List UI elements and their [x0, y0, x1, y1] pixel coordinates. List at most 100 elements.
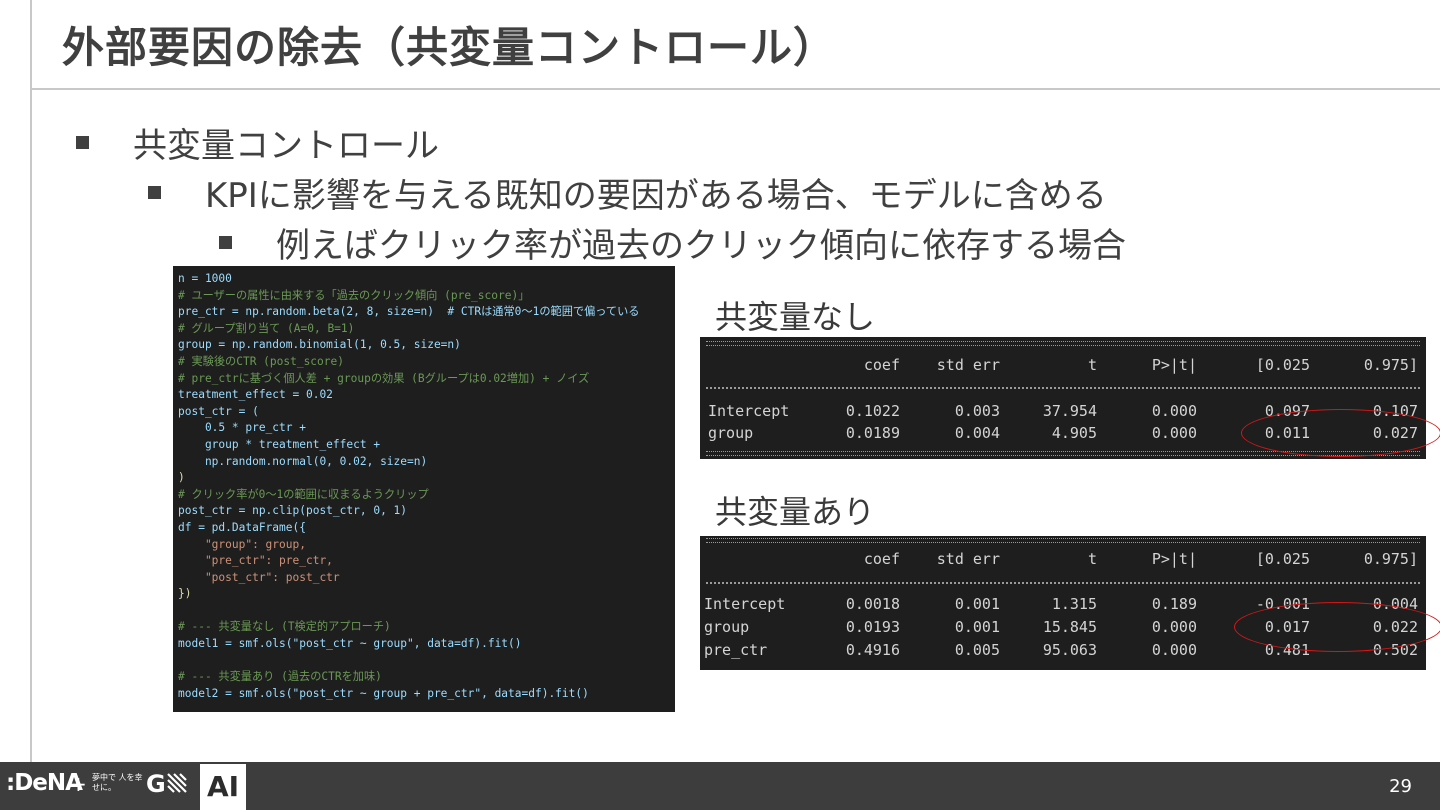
ai-badge: AI: [200, 764, 246, 810]
table-cell: 0.005: [954, 641, 1000, 659]
table-cell: 0.481: [1264, 641, 1310, 659]
table-dashed-rule: [706, 387, 1420, 389]
table-cell: 0.011: [1264, 424, 1310, 442]
table-cell: 0.097: [1264, 402, 1310, 420]
code-line: # --- 共変量なし (T検定的アプローチ): [178, 620, 391, 634]
table-cell: 0.0018: [845, 595, 900, 613]
code-line: # クリック率が0〜1の範囲に収まるようクリップ: [178, 487, 429, 501]
table-double-rule: [706, 341, 1420, 346]
square-bullet-icon: [148, 186, 161, 199]
code-line: post_ctr = np.clip(post_ctr, 0, 1): [178, 504, 408, 518]
code-line: # グループ割り当て (A=0, B=1): [178, 321, 355, 335]
bullet-level-1: 共変量コントロール: [76, 118, 439, 167]
slide-title: 外部要因の除去（共変量コントロール）: [62, 23, 837, 72]
table-dashed-rule: [706, 582, 1420, 584]
code-line: post_ctr = (: [178, 404, 259, 418]
table-cell: 0.1022: [845, 402, 900, 420]
table-cell: 4.905: [1051, 424, 1097, 442]
code-line: group = np.random.binomial(1, 0.5, size=…: [178, 338, 461, 352]
code-line: "post_ctr": post_ctr: [178, 570, 340, 584]
title-divider: [30, 88, 1440, 90]
table-cell: 37.954: [1042, 402, 1097, 420]
logo-plus: +: [70, 772, 87, 796]
table-cell: 15.845: [1042, 618, 1097, 636]
label-with-covariate: 共変量あり: [715, 493, 876, 531]
bullet-text: 共変量コントロール: [133, 126, 439, 166]
bullet-text: 例えばクリック率が過去のクリック傾向に依存する場合: [276, 226, 1126, 266]
table-cell: 0.000: [1151, 618, 1197, 636]
table-cell: [0.025: [1255, 550, 1310, 568]
table-cell: t: [1087, 550, 1097, 568]
code-line: ): [178, 471, 185, 485]
bullet-level-2: KPIに影響を与える既知の要因がある場合、モデルに含める: [148, 168, 1107, 217]
table-cell: 0.0193: [845, 618, 900, 636]
table-row-label: group: [708, 424, 754, 442]
code-line: df = pd.DataFrame({: [178, 520, 306, 534]
code-line: # ユーザーの属性に由来する「過去のクリック傾向 (pre_score)」: [178, 288, 530, 302]
table-row-label: pre_ctr: [704, 641, 768, 659]
gn-logo: G: [146, 770, 188, 798]
table-cell: 95.063: [1042, 641, 1097, 659]
code-line: group * treatment_effect +: [178, 437, 381, 451]
table-cell: 0.0189: [845, 424, 900, 442]
table-cell: 0.189: [1151, 595, 1197, 613]
regression-table-without-covariate: coef std err t P>|t| [0.025 0.975] Intercept 0.…: [700, 337, 1426, 459]
code-line: n = 1000: [178, 272, 232, 285]
table-cell: 0.001: [954, 618, 1000, 636]
table-row-label: Intercept: [704, 595, 786, 613]
table-cell: P>|t|: [1151, 356, 1197, 374]
table-row-label: group: [704, 618, 750, 636]
table-cell: 0.003: [954, 402, 1000, 420]
table-cell: [0.025: [1255, 356, 1310, 374]
logo-tagline: 夢中で 人を幸せに。: [92, 773, 143, 792]
table-cell: 0.004: [954, 424, 1000, 442]
table-cell: 0.000: [1151, 402, 1197, 420]
table-cell: std err: [936, 356, 1000, 374]
table-cell: 0.001: [954, 595, 1000, 613]
table-cell: P>|t|: [1151, 550, 1197, 568]
square-bullet-icon: [76, 136, 89, 149]
table-cell: 0.502: [1372, 641, 1418, 659]
code-line: treatment_effect = 0.02: [178, 388, 333, 402]
table-cell: -0.001: [1255, 595, 1310, 613]
table-row-label: Intercept: [708, 402, 790, 420]
table-cell: 0.4916: [845, 641, 900, 659]
table-cell: 0.004: [1372, 595, 1418, 613]
table-cell: 0.975]: [1363, 550, 1418, 568]
table-cell: std err: [936, 550, 1000, 568]
table-double-rule: [706, 451, 1420, 456]
table-double-rule: [706, 538, 1420, 543]
table-cell: coef: [863, 356, 900, 374]
code-line: }): [178, 587, 192, 601]
regression-table-with-covariate: coef std err t P>|t| [0.025 0.975] Intercept 0.…: [700, 536, 1426, 670]
page-number: 29: [1389, 776, 1412, 797]
code-screenshot: n = 1000 # ユーザーの属性に由来する「過去のクリック傾向 (pre_sc…: [173, 266, 675, 712]
table-cell: 0.975]: [1363, 356, 1418, 374]
code-line: model1 = smf.ols("post_ctr ~ group", dat…: [178, 637, 522, 651]
label-without-covariate: 共変量なし: [715, 298, 876, 336]
gn-logo-text: G: [146, 770, 166, 798]
code-line: 0.5 * pre_ctr +: [178, 421, 306, 435]
table-cell: 1.315: [1051, 595, 1097, 613]
table-cell: 0.000: [1151, 641, 1197, 659]
table-cell: 0.017: [1264, 618, 1310, 636]
code-line: np.random.normal(0, 0.02, size=n): [178, 454, 428, 468]
code-line: # 実験後のCTR (post_score): [178, 354, 344, 368]
table-cell: coef: [863, 550, 900, 568]
code-line: pre_ctr = np.random.beta(2, 8, size=n) #…: [178, 305, 640, 319]
square-bullet-icon: [219, 236, 232, 249]
code-line: "group": group,: [178, 537, 306, 551]
bullet-text: KPIに影響を与える既知の要因がある場合、モデルに含める: [205, 176, 1107, 216]
table-cell: 0.000: [1151, 424, 1197, 442]
stripe-logo-icon: [166, 773, 187, 793]
code-line: # pre_ctrに基づく個人差 + groupの効果 (Bグループは0.02増…: [178, 371, 590, 385]
code-line: "pre_ctr": pre_ctr,: [178, 554, 333, 568]
code-line: # --- 共変量あり (過去のCTRを加味): [178, 670, 382, 684]
table-cell: 0.022: [1372, 618, 1418, 636]
bullet-level-3: 例えばクリック率が過去のクリック傾向に依存する場合: [219, 218, 1126, 267]
table-cell: 0.107: [1372, 402, 1418, 420]
left-vertical-rule: [30, 0, 32, 762]
table-cell: 0.027: [1372, 424, 1418, 442]
